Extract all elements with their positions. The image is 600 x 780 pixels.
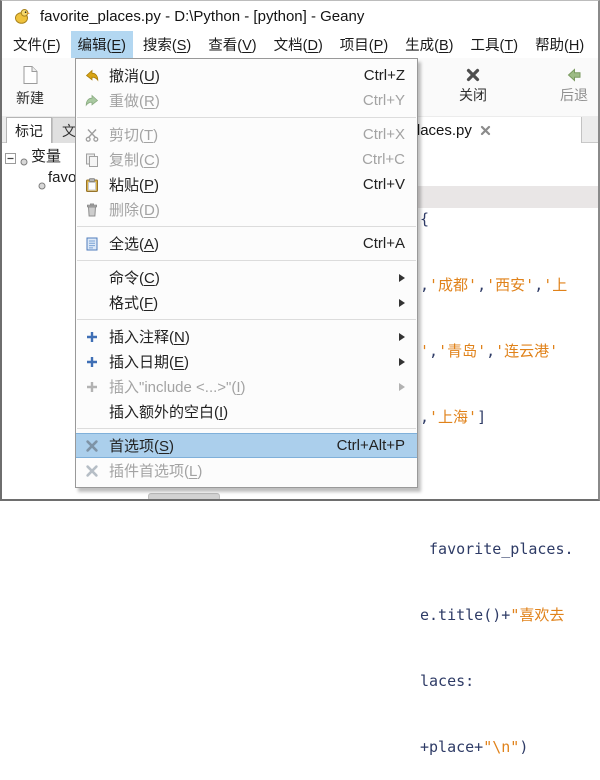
undo-icon [83, 68, 101, 84]
menubar-item-build[interactable]: 生成(B) [398, 31, 460, 58]
menu-item-insert-include[interactable]: 插入"include <...>"(I) [76, 374, 417, 399]
menu-item-insert-date[interactable]: 插入日期(E) [76, 349, 417, 374]
menu-shortcut: Ctrl+Y [343, 92, 405, 109]
back-button[interactable]: 后退 [548, 64, 600, 105]
menubar-item-help[interactable]: 帮助(H) [528, 31, 591, 58]
back-label: 后退 [560, 85, 588, 105]
menu-item-redo[interactable]: 重做(R) Ctrl+Y [76, 88, 417, 113]
menu-shortcut: Ctrl+Alt+P [317, 437, 405, 454]
close-icon [465, 67, 481, 83]
paste-icon [83, 177, 101, 193]
close-button[interactable]: 关闭 [440, 64, 506, 105]
menu-shortcut: Ctrl+X [343, 126, 405, 143]
redo-icon [83, 93, 101, 109]
menu-item-insert-whitespace[interactable]: 插入额外的空白(I) [76, 399, 417, 424]
tree-bullet-icon [20, 153, 28, 170]
menu-item-undo[interactable]: 撤消(U) Ctrl+Z [76, 63, 417, 88]
menu-item-preferences[interactable]: 首选项(S) Ctrl+Alt+P [76, 433, 417, 458]
submenu-arrow-icon [399, 299, 405, 307]
menubar-item-edit[interactable]: 编辑(E) [71, 31, 133, 58]
menu-separator [77, 260, 416, 261]
menu-item-commands[interactable]: 命令(C) [76, 265, 417, 290]
menu-item-delete[interactable]: 删除(D) [76, 197, 417, 222]
new-file-button[interactable]: 新建 [8, 64, 52, 108]
new-file-label: 新建 [16, 88, 44, 108]
menu-separator [77, 117, 416, 118]
code-text: { ,'成都','西安','上 ','青岛','连云港' ,'上海'] favo… [420, 164, 574, 780]
select-all-icon [83, 236, 101, 252]
plus-icon [83, 329, 101, 345]
menubar-item-search[interactable]: 搜索(S) [136, 31, 198, 58]
menu-bar: 文件(F) 编辑(E) 搜索(S) 查看(V) 文档(D) 项目(P) 生成(B… [2, 31, 598, 59]
menu-shortcut: Ctrl+Z [344, 67, 405, 84]
preferences-icon [83, 438, 101, 454]
sidebar-tab-symbols[interactable]: 标记 [6, 117, 52, 143]
plus-icon [83, 354, 101, 370]
menu-item-cut[interactable]: 剪切(T) Ctrl+X [76, 122, 417, 147]
submenu-arrow-icon [399, 333, 405, 341]
plus-icon [83, 379, 101, 395]
menu-shortcut: Ctrl+C [342, 151, 405, 168]
submenu-arrow-icon [399, 358, 405, 366]
close-label: 关闭 [459, 85, 487, 105]
menu-shortcut: Ctrl+V [343, 176, 405, 193]
back-arrow-icon [566, 67, 582, 83]
menubar-item-tools[interactable]: 工具(T) [464, 31, 526, 58]
menu-item-format[interactable]: 格式(F) [76, 290, 417, 315]
menubar-item-project[interactable]: 项目(P) [333, 31, 395, 58]
tree-expander-icon[interactable] [5, 151, 16, 168]
menu-separator [77, 319, 416, 320]
menubar-item-document[interactable]: 文档(D) [267, 31, 330, 58]
app-icon [13, 7, 31, 25]
menu-item-select-all[interactable]: 全选(A) Ctrl+A [76, 231, 417, 256]
copy-icon [83, 152, 101, 168]
tree-item-variables[interactable]: 变量 [31, 145, 61, 166]
horizontal-scrollbar-thumb[interactable] [148, 493, 220, 501]
new-file-icon [19, 64, 41, 86]
menubar-item-file[interactable]: 文件(F) [6, 31, 68, 58]
title-bar: favorite_places.py - D:\Python - [python… [2, 1, 598, 31]
menubar-item-view[interactable]: 查看(V) [201, 31, 263, 58]
tab-close-icon[interactable] [480, 125, 491, 136]
delete-icon [83, 202, 101, 218]
window-title: favorite_places.py - D:\Python - [python… [40, 8, 364, 25]
menu-item-paste[interactable]: 粘贴(P) Ctrl+V [76, 172, 417, 197]
preferences-icon [83, 463, 101, 479]
menu-item-insert-comments[interactable]: 插入注释(N) [76, 324, 417, 349]
tree-bullet-icon [38, 177, 46, 194]
menu-separator [77, 226, 416, 227]
menu-separator [77, 428, 416, 429]
menu-item-copy[interactable]: 复制(C) Ctrl+C [76, 147, 417, 172]
submenu-arrow-icon [399, 383, 405, 391]
menu-shortcut: Ctrl+A [343, 235, 405, 252]
menu-item-plugin-preferences[interactable]: 插件首选项(L) [76, 458, 417, 483]
submenu-arrow-icon [399, 274, 405, 282]
cut-icon [83, 127, 101, 143]
edit-menu: 撤消(U) Ctrl+Z 重做(R) Ctrl+Y 剪切(T) Ctrl+X 复… [75, 58, 418, 488]
